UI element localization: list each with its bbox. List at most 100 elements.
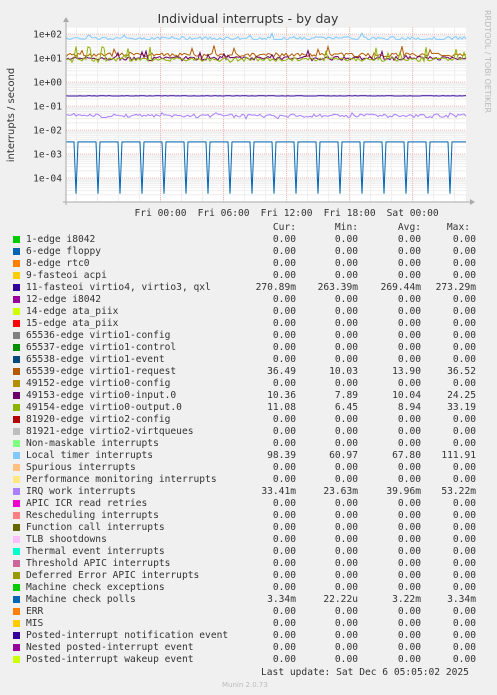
legend-row: 15-edge ata_piix 0.00 0.00 0.00 0.00 xyxy=(0,318,497,330)
legend-cur-value: 0.00 xyxy=(272,546,296,557)
legend-cur-value: 0.00 xyxy=(272,654,296,665)
legend-max-value: 33.19 xyxy=(447,402,476,413)
legend-min-value: 0.00 xyxy=(334,318,358,329)
legend-label: Deferred Error APIC interrupts xyxy=(26,570,200,581)
legend-cur-value: 33.41m xyxy=(261,486,296,497)
legend-label: TLB shootdowns xyxy=(26,534,107,545)
legend-avg-value: 0.00 xyxy=(397,606,421,617)
legend-label: MIS xyxy=(26,618,44,629)
legend-max-value: 0.00 xyxy=(452,510,476,521)
legend-max-value: 0.00 xyxy=(452,414,476,425)
legend-avg-value: 0.00 xyxy=(397,474,421,485)
legend-max-value: 0.00 xyxy=(452,654,476,665)
legend-cur-value: 270.89m xyxy=(255,282,296,293)
legend-swatch xyxy=(13,620,20,627)
legend-label: 49154-edge virtio0-output.0 xyxy=(26,402,182,413)
legend-swatch xyxy=(13,284,20,291)
legend-max-value: 0.00 xyxy=(452,378,476,389)
legend-avg-value: 0.00 xyxy=(397,510,421,521)
legend-max-value: 273.29m xyxy=(435,282,476,293)
legend-row: 6-edge floppy 0.00 0.00 0.00 0.00 xyxy=(0,246,497,258)
legend-avg-value: 0.00 xyxy=(397,534,421,545)
legend-row: 1-edge i8042 0.00 0.00 0.00 0.00 xyxy=(0,234,497,246)
legend-min-value: 0.00 xyxy=(334,582,358,593)
legend-cur-value: 0.00 xyxy=(272,306,296,317)
legend-swatch xyxy=(13,584,20,591)
legend-avg-value: 0.00 xyxy=(397,654,421,665)
legend-swatch xyxy=(13,344,20,351)
legend-min-value: 0.00 xyxy=(334,654,358,665)
legend-max-value: 0.00 xyxy=(452,498,476,509)
legend-cur-value: 3.34m xyxy=(267,594,296,605)
legend-cur-value: 11.08 xyxy=(267,402,296,413)
legend-min-value: 0.00 xyxy=(334,378,358,389)
legend-cur-value: 0.00 xyxy=(272,378,296,389)
legend-min-value: 0.00 xyxy=(334,510,358,521)
legend-min-value: 0.00 xyxy=(334,630,358,641)
legend-avg-value: 0.00 xyxy=(397,330,421,341)
x-tick-label: Fri 12:00 xyxy=(261,208,313,219)
legend-min-value: 0.00 xyxy=(334,258,358,269)
legend-max-value: 0.00 xyxy=(452,474,476,485)
legend-cur-value: 0.00 xyxy=(272,534,296,545)
y-tick-label: 1e+00 xyxy=(33,78,62,89)
legend-swatch xyxy=(13,644,20,651)
legend-row: 81921-edge virtio2-virtqueues 0.00 0.00 0.0… xyxy=(0,426,497,438)
legend-cur-value: 0.00 xyxy=(272,630,296,641)
legend-label: Function call interrupts xyxy=(26,522,165,533)
legend-cur-value: 0.00 xyxy=(272,606,296,617)
legend-max-value: 0.00 xyxy=(452,642,476,653)
legend-swatch xyxy=(13,320,20,327)
legend-avg-value: 0.00 xyxy=(397,570,421,581)
legend-label: 49152-edge virtio0-config xyxy=(26,378,171,389)
legend-min-value: 0.00 xyxy=(334,570,358,581)
x-axis-arrow xyxy=(470,199,475,205)
legend-label: 15-edge ata_piix xyxy=(26,318,119,329)
legend-avg-value: 10.04 xyxy=(392,390,421,401)
y-tick-label: 1e-03 xyxy=(33,150,62,161)
legend-swatch xyxy=(13,332,20,339)
legend-label: Spurious interrupts xyxy=(26,462,136,473)
y-tick-label: 1e-04 xyxy=(33,174,62,185)
legend-swatch xyxy=(13,608,20,615)
legend-cur-value: 0.00 xyxy=(272,246,296,257)
legend-avg-value: 39.96m xyxy=(386,486,421,497)
legend-cur-value: 0.00 xyxy=(272,438,296,449)
legend-max-value: 0.00 xyxy=(452,582,476,593)
legend-swatch xyxy=(13,488,20,495)
legend-label: Thermal event interrupts xyxy=(26,546,165,557)
legend-cur-value: 0.00 xyxy=(272,270,296,281)
legend-max-value: 0.00 xyxy=(452,546,476,557)
legend-max-value: 0.00 xyxy=(452,426,476,437)
legend-max-value: 0.00 xyxy=(452,558,476,569)
legend-min-value: 0.00 xyxy=(334,606,358,617)
legend-row: Nested posted-interrupt event 0.00 0.00 0.0… xyxy=(0,642,497,654)
legend-max-value: 0.00 xyxy=(452,570,476,581)
legend-label: 12-edge i8042 xyxy=(26,294,102,305)
legend-min-value: 0.00 xyxy=(334,474,358,485)
legend-max-value: 0.00 xyxy=(452,534,476,545)
x-tick-label: Fri 06:00 xyxy=(198,208,250,219)
legend-swatch xyxy=(13,632,20,639)
legend-row: 65539-edge virtio1-request 36.49 10.03 13.9… xyxy=(0,366,497,378)
legend-avg-value: 0.00 xyxy=(397,306,421,317)
legend-min-value: 0.00 xyxy=(334,642,358,653)
legend-cur-value: 0.00 xyxy=(272,510,296,521)
legend-label: 49153-edge virtio0-input.0 xyxy=(26,390,177,401)
legend-cur-value: 0.00 xyxy=(272,318,296,329)
legend-cur-value: 0.00 xyxy=(272,354,296,365)
legend-swatch xyxy=(13,656,20,663)
legend-label: Local timer interrupts xyxy=(26,450,154,461)
legend-min-value: 0.00 xyxy=(334,354,358,365)
col-min-header: Min: xyxy=(334,222,358,233)
legend-min-value: 0.00 xyxy=(334,234,358,245)
legend-label: Machine check polls xyxy=(26,594,136,605)
legend-swatch xyxy=(13,236,20,243)
legend-row: 8-edge rtc0 0.00 0.00 0.00 0.00 xyxy=(0,258,497,270)
legend-min-value: 0.00 xyxy=(334,558,358,569)
legend-swatch xyxy=(13,476,20,483)
legend-row: Performance monitoring interrupts 0.00 0.0… xyxy=(0,474,497,486)
legend-label: 81920-edge virtio2-config xyxy=(26,414,171,425)
legend-min-value: 0.00 xyxy=(334,618,358,629)
legend-cur-value: 36.49 xyxy=(267,366,296,377)
